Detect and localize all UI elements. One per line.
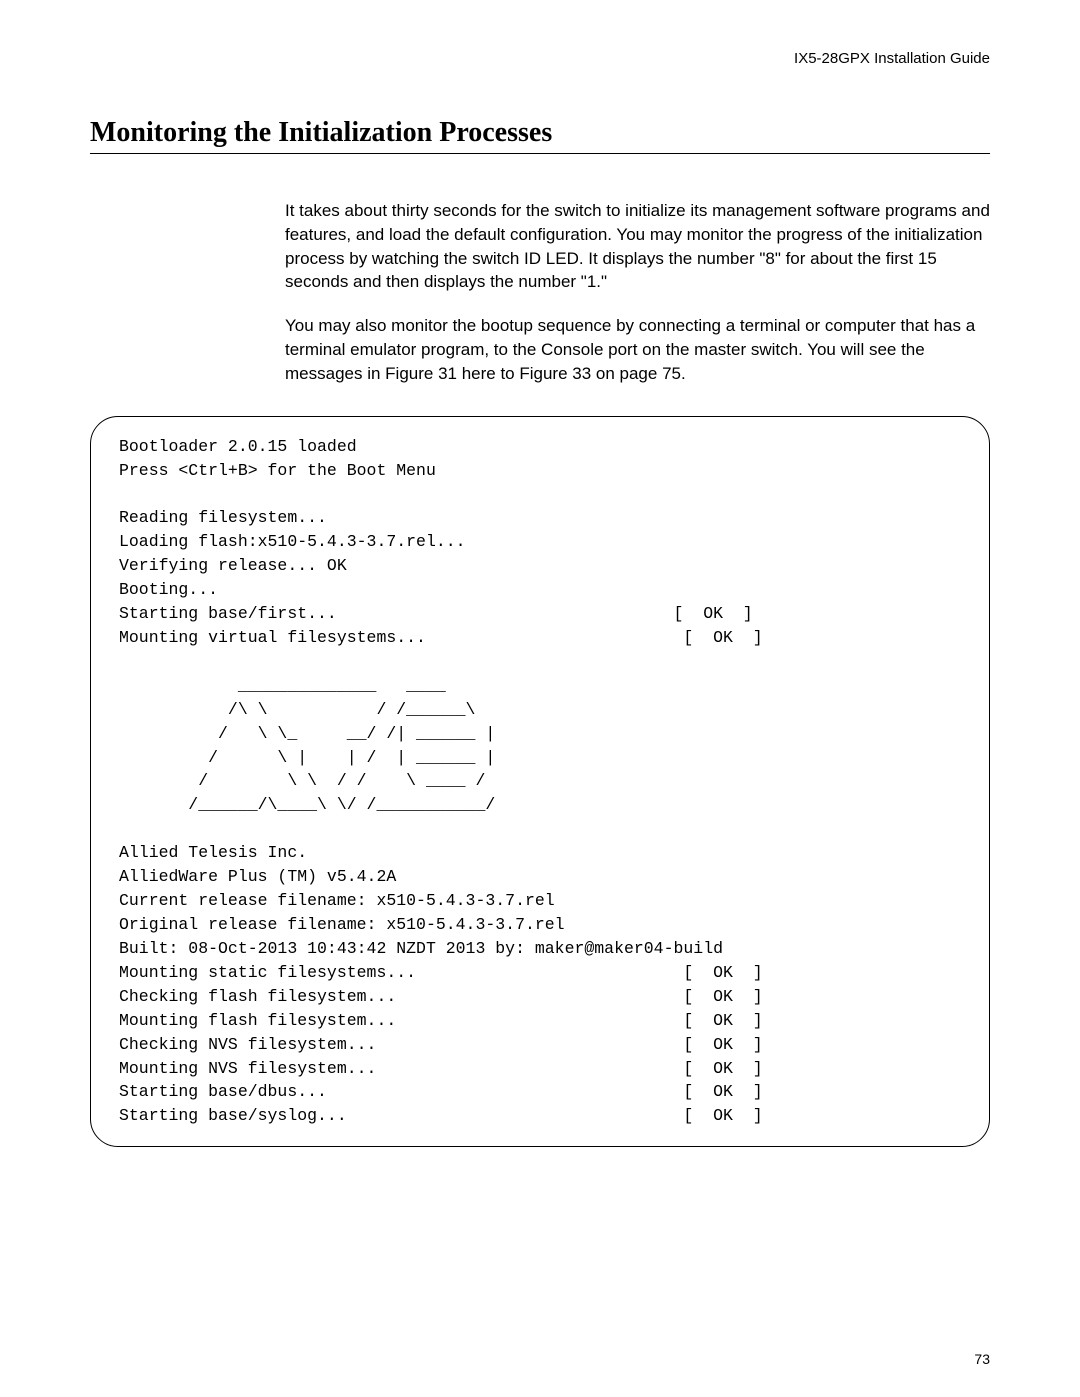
page-title: Monitoring the Initialization Processes bbox=[90, 117, 990, 154]
page-number: 73 bbox=[974, 1351, 990, 1367]
intro-paragraph-2: You may also monitor the bootup sequence… bbox=[285, 314, 990, 385]
intro-paragraph-1: It takes about thirty seconds for the sw… bbox=[285, 199, 990, 294]
terminal-output-box: Bootloader 2.0.15 loaded Press <Ctrl+B> … bbox=[90, 416, 990, 1148]
intro-section: It takes about thirty seconds for the sw… bbox=[285, 199, 990, 386]
terminal-output-text: Bootloader 2.0.15 loaded Press <Ctrl+B> … bbox=[119, 435, 961, 1129]
header-guide-label: IX5-28GPX Installation Guide bbox=[90, 50, 990, 67]
